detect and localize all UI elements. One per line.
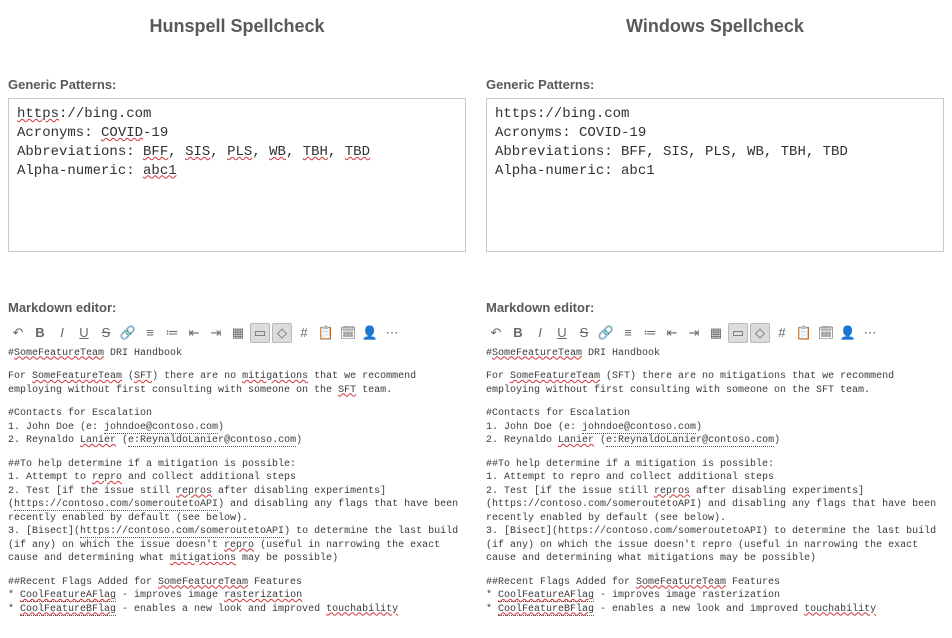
- undo-icon[interactable]: ↶: [486, 323, 506, 343]
- clipboard-icon[interactable]: 📋: [794, 323, 814, 343]
- strike-icon[interactable]: S: [96, 323, 116, 343]
- underline-icon[interactable]: U: [552, 323, 572, 343]
- link-icon[interactable]: 🔗: [596, 323, 616, 343]
- markdown-editor-label: Markdown editor:: [8, 300, 466, 315]
- windows-title: Windows Spellcheck: [486, 16, 944, 37]
- hunspell-column: Hunspell Spellcheck Generic Patterns: ht…: [8, 12, 466, 626]
- calendar-icon[interactable]: 🗓: [816, 323, 836, 343]
- table-icon[interactable]: ▦: [706, 323, 726, 343]
- number-list-icon[interactable]: ≔: [162, 323, 182, 343]
- user-icon[interactable]: 👤: [838, 323, 858, 343]
- strike-icon[interactable]: S: [574, 323, 594, 343]
- alpha-line: Alpha-numeric: abc1: [17, 162, 457, 181]
- url-line: https://bing.com: [495, 105, 935, 124]
- hash-icon[interactable]: #: [294, 323, 314, 343]
- code-icon[interactable]: ◇: [272, 323, 292, 343]
- undo-icon[interactable]: ↶: [8, 323, 28, 343]
- hunspell-title: Hunspell Spellcheck: [8, 16, 466, 37]
- abbrev-line: Abbreviations: BFF, SIS, PLS, WB, TBH, T…: [495, 143, 935, 162]
- number-list-icon[interactable]: ≔: [640, 323, 660, 343]
- outdent-icon[interactable]: ⇤: [662, 323, 682, 343]
- bold-icon[interactable]: B: [508, 323, 528, 343]
- comparison-columns: Hunspell Spellcheck Generic Patterns: ht…: [8, 12, 944, 626]
- image-icon[interactable]: ▭: [250, 323, 270, 343]
- abbrev-line: Abbreviations: BFF, SIS, PLS, WB, TBH, T…: [17, 143, 457, 162]
- indent-icon[interactable]: ⇥: [684, 323, 704, 343]
- calendar-icon[interactable]: 🗓: [338, 323, 358, 343]
- alpha-line: Alpha-numeric: abc1: [495, 162, 935, 181]
- windows-patterns-box: https://bing.com Acronyms: COVID-19 Abbr…: [486, 98, 944, 252]
- bullet-list-icon[interactable]: ≡: [140, 323, 160, 343]
- underline-icon[interactable]: U: [74, 323, 94, 343]
- code-icon[interactable]: ◇: [750, 323, 770, 343]
- hunspell-markdown-content[interactable]: #SomeFeatureTeam DRI Handbook For SomeFe…: [8, 347, 466, 617]
- acronyms-line: Acronyms: COVID-19: [17, 124, 457, 143]
- hunspell-patterns-box: https://bing.com Acronyms: COVID-19 Abbr…: [8, 98, 466, 252]
- generic-patterns-label: Generic Patterns:: [8, 77, 466, 92]
- url-line: https://bing.com: [17, 105, 457, 124]
- markdown-toolbar: ↶ B I U S 🔗 ≡ ≔ ⇤ ⇥ ▦ ▭ ◇ # 📋 🗓 👤 ⋯: [8, 321, 466, 347]
- more-icon[interactable]: ⋯: [860, 323, 880, 343]
- markdown-editor-label: Markdown editor:: [486, 300, 944, 315]
- bullet-list-icon[interactable]: ≡: [618, 323, 638, 343]
- italic-icon[interactable]: I: [52, 323, 72, 343]
- markdown-toolbar: ↶ B I U S 🔗 ≡ ≔ ⇤ ⇥ ▦ ▭ ◇ # 📋 🗓 👤 ⋯: [486, 321, 944, 347]
- indent-icon[interactable]: ⇥: [206, 323, 226, 343]
- image-icon[interactable]: ▭: [728, 323, 748, 343]
- acronyms-line: Acronyms: COVID-19: [495, 124, 935, 143]
- generic-patterns-label: Generic Patterns:: [486, 77, 944, 92]
- windows-column: Windows Spellcheck Generic Patterns: htt…: [486, 12, 944, 626]
- windows-markdown-content[interactable]: #SomeFeatureTeam DRI Handbook For SomeFe…: [486, 347, 944, 617]
- link-icon[interactable]: 🔗: [118, 323, 138, 343]
- hash-icon[interactable]: #: [772, 323, 792, 343]
- italic-icon[interactable]: I: [530, 323, 550, 343]
- user-icon[interactable]: 👤: [360, 323, 380, 343]
- more-icon[interactable]: ⋯: [382, 323, 402, 343]
- bold-icon[interactable]: B: [30, 323, 50, 343]
- clipboard-icon[interactable]: 📋: [316, 323, 336, 343]
- outdent-icon[interactable]: ⇤: [184, 323, 204, 343]
- table-icon[interactable]: ▦: [228, 323, 248, 343]
